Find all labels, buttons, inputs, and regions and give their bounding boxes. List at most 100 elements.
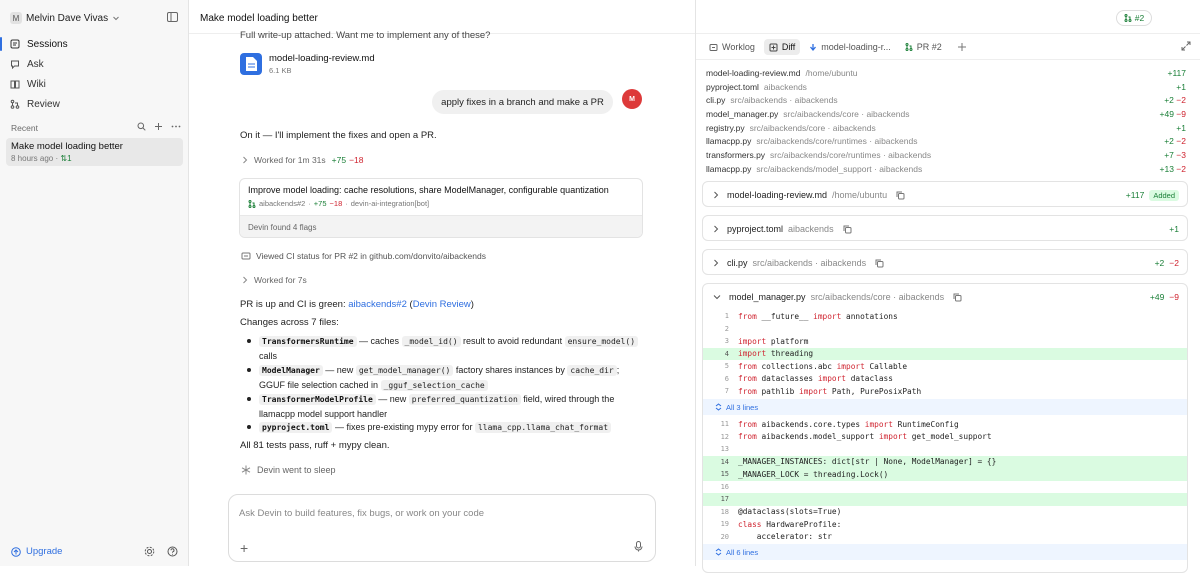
- file-diff[interactable]: pyproject.toml aibackends +1: [702, 215, 1188, 241]
- line-number: 6: [724, 374, 729, 383]
- summary-row[interactable]: model_manager.py src/aibackends/core · ai…: [706, 107, 1186, 120]
- code-line-added: 17: [703, 493, 1187, 506]
- recent-heading: Recent: [11, 123, 38, 133]
- worked-toggle[interactable]: Worked for 7s: [242, 275, 307, 285]
- line-number: 18: [720, 507, 729, 516]
- sidebar-item-sessions[interactable]: Sessions: [0, 35, 183, 53]
- devin-review-link[interactable]: Devin Review: [413, 299, 471, 310]
- pr-badge[interactable]: #2: [1116, 10, 1152, 26]
- additions-count: +13: [1159, 163, 1174, 174]
- pr-icon: [905, 43, 913, 51]
- list-item: TransformerModelProfile — new preferred_…: [245, 392, 645, 421]
- attachment-size: 6.1 KB: [269, 66, 292, 75]
- additions-count: +7: [1164, 149, 1174, 160]
- file-diff[interactable]: cli.py src/aibackends · aibackends +2 −2: [702, 249, 1188, 275]
- chevron-right-icon[interactable]: [713, 259, 719, 267]
- copy-icon[interactable]: [843, 225, 852, 234]
- worked-label: Worked for 1m 31s: [254, 155, 326, 165]
- deletions-count: −9: [1176, 108, 1186, 119]
- microphone-icon[interactable]: [634, 541, 643, 552]
- chevron-right-icon[interactable]: [713, 191, 719, 199]
- summary-row[interactable]: llamacpp.py src/aibackends/model_support …: [706, 162, 1186, 175]
- line-number: 17: [720, 495, 729, 504]
- expand-lines-button[interactable]: All 3 lines: [703, 399, 1187, 415]
- code-line: 6 from dataclasses import dataclass: [703, 373, 1187, 386]
- review-icon: [10, 99, 20, 109]
- inline-code: _model_id(): [401, 336, 461, 347]
- sleep-text: Devin went to sleep: [257, 465, 336, 475]
- summary-row[interactable]: cli.py src/aibackends · aibackends +2 −2: [706, 93, 1186, 106]
- copy-icon[interactable]: [875, 259, 884, 268]
- help-icon[interactable]: [167, 546, 178, 557]
- expand-lines-label: All 3 lines: [726, 402, 759, 412]
- avatar: M: [622, 89, 642, 109]
- chevron-down-icon: [113, 16, 119, 21]
- assistant-message: All 81 tests pass, ruff + mypy clean.: [240, 440, 390, 451]
- code-line: 12 from aibackends.model_support import g…: [703, 431, 1187, 444]
- code-text: _MANAGER_LOCK = threading.Lock(): [738, 469, 889, 479]
- sidebar-toggle-icon[interactable]: [167, 12, 178, 22]
- workspace-switcher[interactable]: M Melvin Dave Vivas: [10, 11, 120, 25]
- ci-status[interactable]: Viewed CI status for PR #2 in github.com…: [241, 251, 486, 261]
- expand-lines-button[interactable]: All 6 lines: [703, 544, 1187, 560]
- file-diff[interactable]: model-loading-review.md /home/ubuntu +11…: [702, 181, 1188, 207]
- chevron-down-icon[interactable]: [713, 294, 721, 300]
- pr-icon: [1124, 14, 1132, 22]
- chevron-right-icon[interactable]: [713, 225, 719, 233]
- sidebar-item-review[interactable]: Review: [6, 95, 183, 113]
- status-badge: Added: [1149, 189, 1179, 201]
- tab-label: Diff: [781, 42, 796, 52]
- upgrade-button[interactable]: Upgrade: [11, 546, 62, 557]
- summary-row[interactable]: model-loading-review.md/home/ubuntu +117: [706, 66, 1186, 79]
- file-diff[interactable]: model_manager.py src/aibackends/core · a…: [702, 283, 1188, 573]
- summary-row[interactable]: registry.py src/aibackends/core · aibacke…: [706, 121, 1186, 134]
- plus-icon[interactable]: [154, 122, 163, 131]
- workspace-avatar: M: [10, 12, 22, 24]
- add-tab-icon[interactable]: [957, 42, 967, 52]
- search-icon[interactable]: [137, 122, 146, 131]
- upgrade-icon: [11, 546, 21, 557]
- document-icon: [240, 53, 262, 75]
- assistant-message: PR is up and CI is green: aibackends#2 (…: [240, 299, 474, 310]
- pr-link[interactable]: aibackends#2: [348, 299, 407, 310]
- summary-row[interactable]: transformers.py src/aibackends/core/runti…: [706, 148, 1186, 161]
- message-composer[interactable]: Ask Devin to build features, fix bugs, o…: [228, 494, 656, 562]
- session-item[interactable]: Make model loading better 8 hours ago · …: [6, 138, 183, 166]
- summary-row[interactable]: pyproject.toml aibackends +1: [706, 80, 1186, 93]
- tab-worklog[interactable]: Worklog: [704, 39, 760, 55]
- copy-icon[interactable]: [896, 191, 905, 200]
- list-text: GGUF file selection cached in: [259, 380, 381, 390]
- branch-icon: [810, 43, 817, 51]
- copy-icon[interactable]: [953, 293, 962, 302]
- code-line-added: 4 import threading: [703, 347, 1187, 360]
- attachment-name: model-loading-review.md: [269, 53, 375, 64]
- code-line: 11 from aibackends.core.types import Runt…: [703, 418, 1187, 431]
- pr-up-text: PR is up and CI is green:: [240, 299, 349, 310]
- sidebar-item-ask[interactable]: Ask: [6, 55, 183, 73]
- line-number: 11: [720, 420, 729, 429]
- worked-toggle[interactable]: Worked for 1m 31s +75 −18: [242, 155, 364, 165]
- tab-branch[interactable]: model-loading-r...: [804, 39, 896, 55]
- sidebar: M Melvin Dave Vivas Sessions Ask Wiki Re…: [0, 0, 189, 566]
- expand-icon[interactable]: [1181, 41, 1191, 51]
- file-name: model-loading-review.md: [706, 67, 801, 78]
- file-name: llamacpp.py: [706, 163, 752, 174]
- summary-row[interactable]: llamacpp.py src/aibackends/core/runtimes …: [706, 134, 1186, 147]
- code-line: 19 class HardwareProfile:: [703, 518, 1187, 531]
- additions-count: +1: [1176, 122, 1186, 133]
- settings-icon[interactable]: [144, 546, 155, 557]
- chevron-right-icon: [243, 156, 248, 164]
- sidebar-item-label: Review: [27, 98, 60, 110]
- pr-card[interactable]: Improve model loading: cache resolutions…: [239, 178, 643, 238]
- additions-count: +2: [1164, 94, 1174, 105]
- more-icon[interactable]: [171, 122, 181, 131]
- attach-icon[interactable]: +: [240, 540, 248, 556]
- tab-pr[interactable]: PR #2: [900, 39, 947, 55]
- file-path: src/aibackends/core/runtimes · aibackend…: [770, 149, 932, 160]
- sidebar-item-wiki[interactable]: Wiki: [6, 75, 183, 93]
- attachment-card[interactable]: model-loading-review.md 6.1 KB: [239, 52, 375, 76]
- tab-diff[interactable]: Diff: [763, 39, 801, 55]
- additions-count: +117: [1167, 67, 1186, 78]
- line-number: 19: [720, 520, 729, 529]
- line-number: 16: [720, 482, 729, 491]
